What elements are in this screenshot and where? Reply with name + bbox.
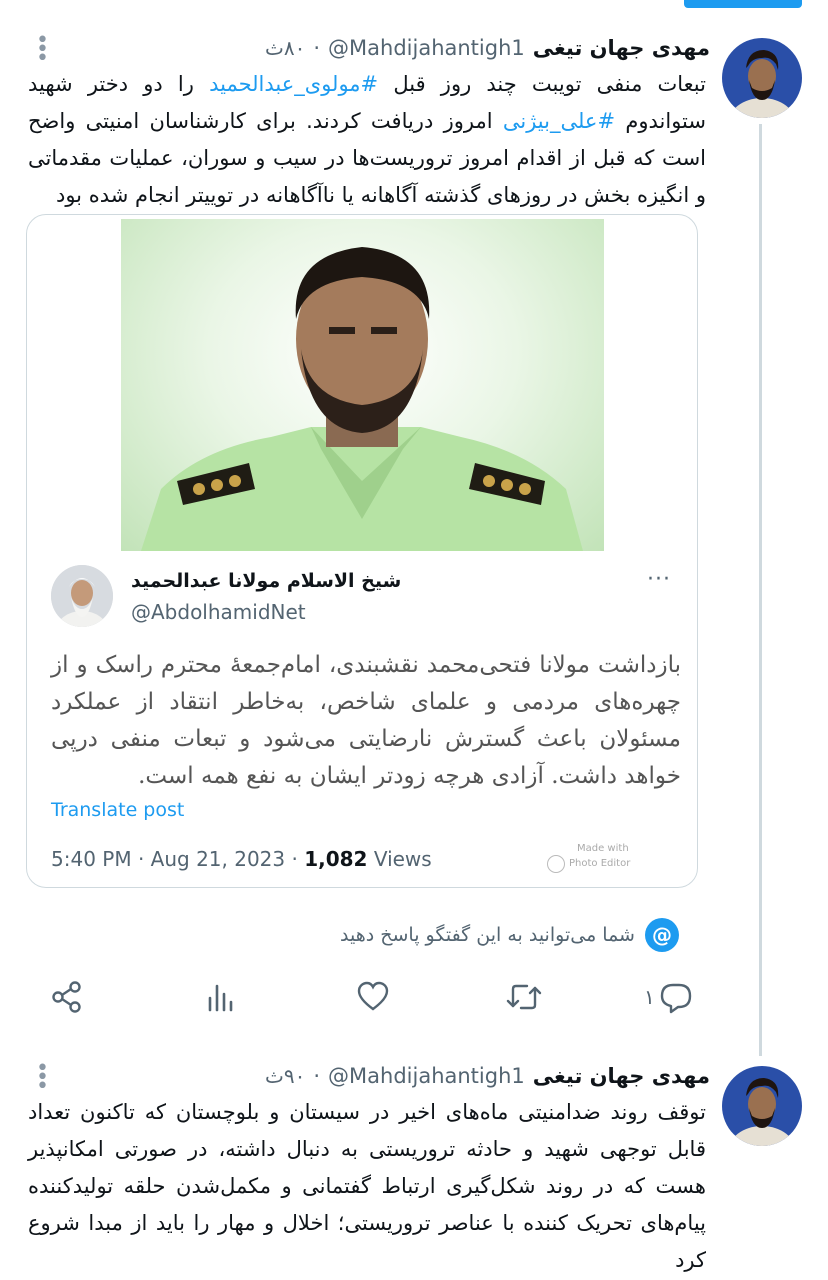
tweet-header: مهدی جهان تیغی @Mahdijahantigh1 · ۹۰ث bbox=[265, 1064, 710, 1088]
quoted-tweet-card[interactable]: شیخ الاسلام مولانا عبدالحمید @Abdolhamid… bbox=[26, 214, 698, 888]
at-sign-icon: @ bbox=[644, 918, 679, 952]
more-options-icon[interactable]: • • • bbox=[36, 1058, 49, 1098]
tweet-header: مهدی جهان تیغی @Mahdijahantigh1 · ۸۰ث bbox=[265, 36, 710, 60]
officer-photo[interactable] bbox=[121, 219, 604, 551]
camera-icon bbox=[547, 855, 565, 873]
tweet-time[interactable]: ۸۰ث bbox=[265, 36, 305, 60]
tweet-text: تبعات منفی تویبت چند روز قبل #مولوی_عبدا… bbox=[28, 72, 706, 207]
quoted-tweet-text: بازداشت مولانا فتحی‌محمد نقشبندی، امام‌ج… bbox=[51, 652, 681, 789]
separator-dot: · bbox=[313, 1064, 321, 1088]
hashtag-link[interactable]: #مولوی_عبدالحمید bbox=[209, 72, 378, 96]
quoted-author-handle[interactable]: @AbdolhamidNet bbox=[131, 600, 306, 624]
top-scroll-indicator bbox=[684, 0, 802, 8]
quoted-author-name[interactable]: شیخ الاسلام مولانا عبدالحمید bbox=[131, 570, 401, 592]
post-meta: 5:40 PM · Aug 21, 2023 · 1,082 Views bbox=[51, 847, 432, 871]
reply-notice-text: شما می‌توانید به این گفتگو پاسخ دهید bbox=[340, 924, 635, 946]
thread-line bbox=[759, 124, 762, 1056]
author-name[interactable]: مهدی جهان تیغی bbox=[533, 1064, 710, 1088]
views-label: Views bbox=[367, 847, 432, 871]
retweet-button[interactable] bbox=[506, 980, 542, 1014]
photo-editor-watermark: Made with Photo Editor bbox=[547, 843, 630, 873]
more-options-icon[interactable]: • • • bbox=[36, 30, 49, 70]
reply-restriction-notice: @ شما می‌توانید به این گفتگو پاسخ دهید bbox=[340, 918, 679, 952]
separator-dot: · bbox=[313, 36, 321, 60]
like-button[interactable] bbox=[356, 980, 390, 1014]
author-handle[interactable]: @Mahdijahantigh1 bbox=[328, 36, 525, 60]
hashtag-link[interactable]: #علی_بیژنی bbox=[503, 109, 615, 133]
translate-post-link[interactable]: Translate post bbox=[51, 799, 184, 821]
analytics-button[interactable] bbox=[204, 980, 238, 1014]
heart-icon bbox=[357, 981, 389, 1011]
author-handle[interactable]: @Mahdijahantigh1 bbox=[328, 1064, 525, 1088]
analytics-icon bbox=[208, 984, 233, 1012]
author-avatar[interactable] bbox=[722, 38, 802, 118]
author-name[interactable]: مهدی جهان تیغی bbox=[533, 36, 710, 60]
tweet-text: توقف روند ضدامنیتی ماه‌های اخیر در سیستا… bbox=[28, 1100, 706, 1272]
post-timestamp[interactable]: 5:40 PM · Aug 21, 2023 · bbox=[51, 847, 304, 871]
reply-icon bbox=[660, 983, 691, 1014]
reply-button[interactable]: ۱ bbox=[644, 980, 693, 1014]
views-count: 1,082 bbox=[304, 847, 368, 871]
author-avatar[interactable] bbox=[722, 1066, 802, 1146]
reply-count: ۱ bbox=[644, 985, 655, 1009]
retweet-icon bbox=[506, 984, 542, 1010]
tweet-time[interactable]: ۹۰ث bbox=[265, 1064, 305, 1088]
share-icon bbox=[52, 981, 81, 1013]
quoted-author-avatar[interactable] bbox=[51, 565, 113, 627]
more-options-icon[interactable]: ··· bbox=[647, 567, 671, 592]
share-button[interactable] bbox=[50, 980, 84, 1014]
